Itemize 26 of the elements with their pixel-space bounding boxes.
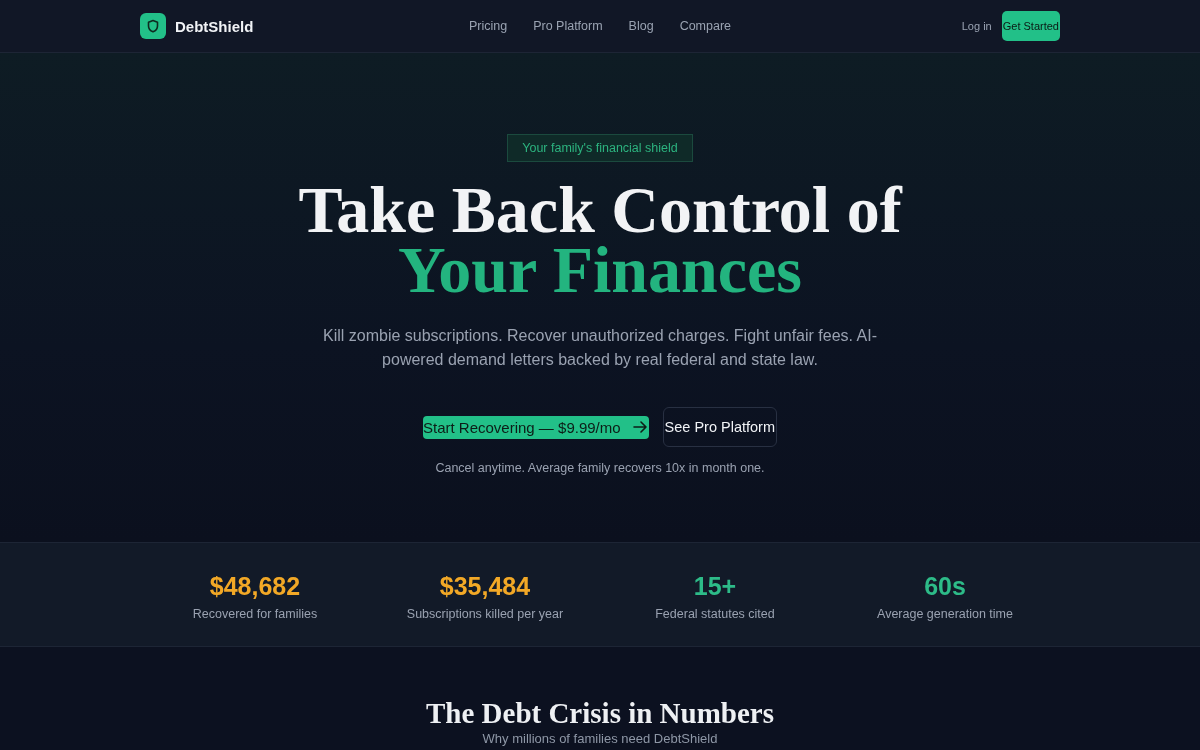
brand-name: DebtShield	[175, 17, 254, 35]
login-link[interactable]: Log in	[961, 20, 992, 32]
nav-link[interactable]: Blog	[628, 19, 654, 33]
headline: Take Back Control of	[298, 180, 902, 240]
nav-link[interactable]: Compare	[679, 19, 732, 33]
headline-highlight: Your Finances	[397, 240, 803, 300]
nav-link[interactable]: Pricing	[468, 19, 508, 33]
section-title: The Debt Crisis in Numbers	[426, 697, 774, 729]
get-started-button[interactable]: Get Started	[1001, 11, 1060, 41]
stat-label: Federal statutes cited	[655, 607, 775, 621]
section-subtitle: Why millions of families need DebtShield	[482, 731, 718, 746]
stat-label: Recovered for families	[192, 607, 318, 621]
stat-value: 60s	[924, 571, 966, 601]
hero-description: Kill zombie subscriptions. Recover unauthorized charges. Fight unfair fees. AI-powered demand letters backed by real federal and state law.	[321, 326, 878, 370]
arrow-right-icon	[632, 421, 647, 433]
stat-value: $35,484	[439, 571, 531, 601]
nav-link[interactable]: Pro Platform	[533, 19, 603, 33]
cancel-note: Cancel anytime. Average family recovers 10x in month one.	[435, 461, 765, 475]
stat-label: Average generation time	[877, 607, 1013, 621]
stat-value: 15+	[693, 571, 737, 601]
tagline-badge: Your family's financial shield	[507, 134, 693, 162]
see-pro-platform-button[interactable]: See Pro Platform	[662, 407, 777, 447]
start-recovering-button[interactable]: Start Recovering — $9.99/mo	[423, 415, 649, 439]
stat-label: Subscriptions killed per year	[406, 607, 564, 621]
shield-logo-icon	[140, 13, 166, 39]
stat-value: $48,682	[209, 571, 301, 601]
